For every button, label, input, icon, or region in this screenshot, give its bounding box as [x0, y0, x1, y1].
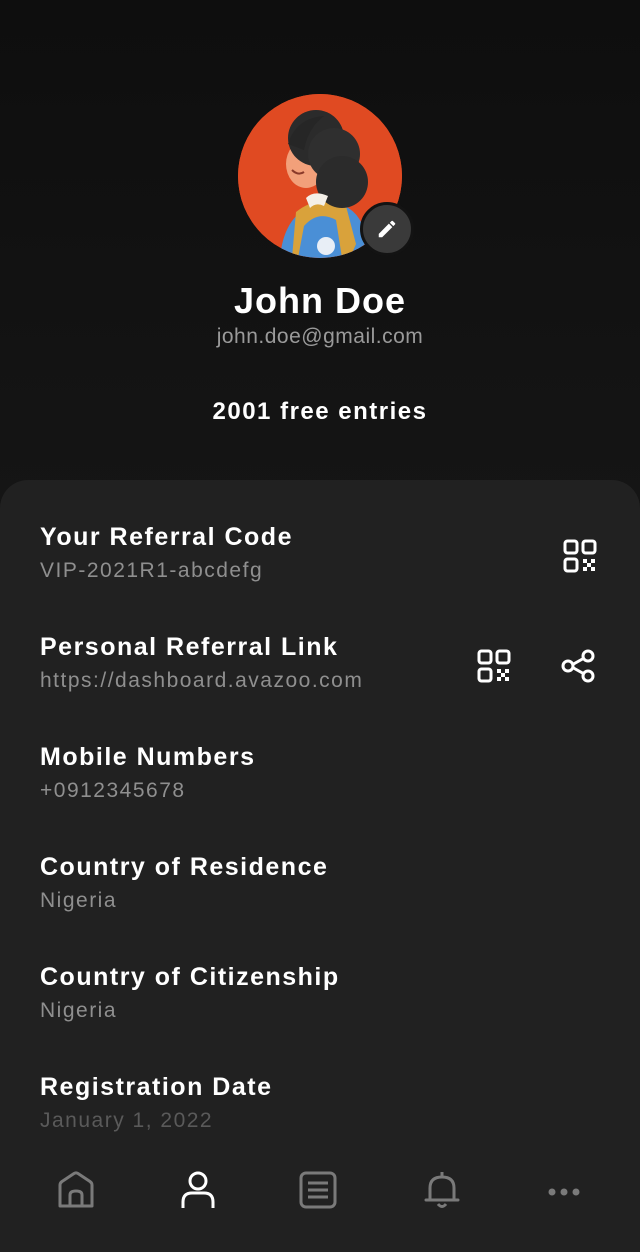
share-icon [561, 649, 595, 683]
country-of-citizenship-label: Country of Citizenship [40, 963, 340, 991]
referral-code-label: Your Referral Code [40, 523, 293, 551]
referral-link-label: Personal Referral Link [40, 633, 339, 661]
profile-details-panel: Your Referral Code VIP-2021R1-abcdefg Pe… [0, 480, 640, 1252]
country-of-citizenship-row: Country of Citizenship Nigeria [40, 962, 600, 1042]
country-of-residence-label: Country of Residence [40, 853, 329, 881]
profile-name: John Doe [233, 280, 406, 321]
mobile-numbers-label: Mobile Numbers [40, 743, 256, 771]
bottom-nav-bar [0, 1144, 640, 1252]
nav-more[interactable] [534, 1160, 594, 1220]
avatar-container [238, 94, 414, 258]
nav-list[interactable] [288, 1160, 348, 1220]
nav-notifications[interactable] [412, 1160, 472, 1220]
edit-avatar-button[interactable] [360, 202, 414, 256]
profile-email: john.doe@gmail.com [216, 325, 424, 348]
profile-header: John Doe john.doe@gmail.com 2001 free en… [0, 0, 640, 500]
registration-date-value: January 1, 2022 [40, 1109, 214, 1132]
bell-icon [424, 1172, 460, 1208]
qr-code-icon [563, 539, 597, 573]
country-of-residence-value: Nigeria [40, 889, 118, 912]
home-icon [58, 1171, 94, 1208]
referral-code-qr-button[interactable] [558, 534, 602, 578]
mobile-numbers-value: +0912345678 [40, 779, 186, 802]
qr-code-icon [477, 649, 511, 683]
more-icon [548, 1188, 580, 1196]
share-link-button[interactable] [556, 644, 600, 688]
referral-link-qr-button[interactable] [472, 644, 516, 688]
country-of-citizenship-value: Nigeria [40, 999, 118, 1022]
referral-code-row: Your Referral Code VIP-2021R1-abcdefg [40, 522, 600, 602]
nav-home[interactable] [46, 1160, 106, 1220]
free-entries-count: 2001 free entries [212, 398, 428, 425]
referral-link-row: Personal Referral Link https://dashboard… [40, 632, 600, 712]
nav-profile[interactable] [168, 1160, 228, 1220]
referral-code-value: VIP-2021R1-abcdefg [40, 559, 264, 582]
registration-date-label: Registration Date [40, 1073, 273, 1101]
referral-link-value: https://dashboard.avazoo.com [40, 669, 364, 692]
country-of-residence-row: Country of Residence Nigeria [40, 852, 600, 932]
list-icon [299, 1171, 337, 1209]
pencil-icon [378, 220, 396, 238]
registration-date-row: Registration Date January 1, 2022 [40, 1072, 600, 1152]
mobile-numbers-row: Mobile Numbers +0912345678 [40, 742, 600, 822]
profile-icon [181, 1171, 215, 1208]
